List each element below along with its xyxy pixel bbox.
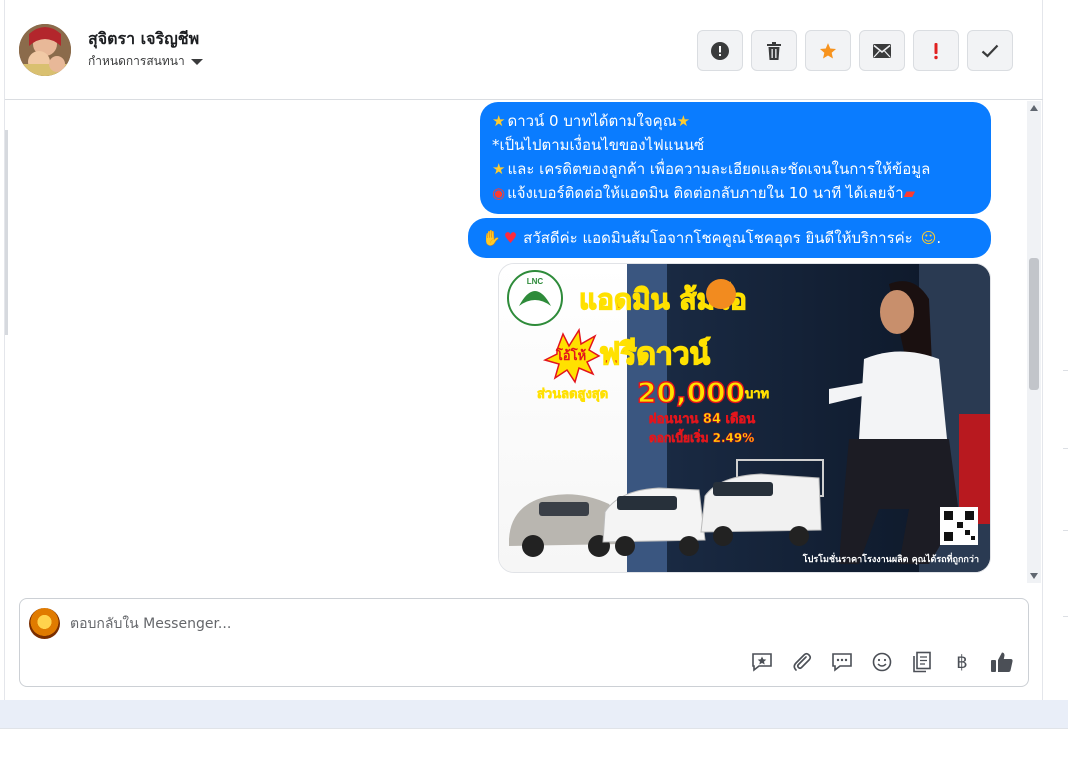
page-avatar (29, 608, 60, 639)
delete-button[interactable] (751, 30, 797, 71)
promo-discount-unit: บาท (745, 387, 769, 402)
promo-discount-label: ส่วนลดสูงสุด (537, 387, 608, 402)
star-emoji-icon: ★ (492, 112, 506, 130)
baht-icon: ฿ (956, 651, 968, 673)
promo-badge: โอ้โห้ (555, 347, 586, 364)
promo-discount-value: 20,000 (637, 376, 745, 409)
message-text: ดาวน์ 0 บาทได้ตามใจคุณ (507, 112, 677, 130)
envelope-icon (873, 43, 891, 58)
message-scrollbar[interactable] (1027, 101, 1041, 583)
message-text: แจ้งเบอร์ติดต่อให้แอดมิน ติดต่อกลับภายใน… (507, 184, 904, 202)
promo-logo-text: LNC (527, 277, 544, 286)
chat-bubble-icon (832, 653, 852, 672)
message-thread: ★ ดาวน์ 0 บาทได้ตามใจคุณ ★ *เป็นไปตามเงื่อ… (5, 101, 1027, 583)
conversation-panel: สุจิตรา เจริญชีพ กำหนดการสนทนา ★ ดาวน์ 0… (4, 0, 1043, 700)
conversation-header: สุจิตรา เจริญชีพ กำหนดการสนทนา (5, 0, 1043, 100)
important-button[interactable] (913, 30, 959, 71)
assign-conversation-label: กำหนดการสนทนา (88, 54, 185, 68)
assign-conversation-dropdown[interactable]: กำหนดการสนทนา (88, 52, 203, 71)
smiling-face-emoji-icon: ☺ (920, 229, 937, 247)
scroll-thumb[interactable] (1029, 258, 1039, 390)
heart-emoji-icon: ♥ (503, 229, 518, 247)
thumbs-up-icon (991, 652, 1013, 672)
star-emoji-icon: ★ (676, 112, 691, 130)
page: สุจิตรา เจริญชีพ กำหนดการสนทนา ★ ดาวน์ 0… (0, 0, 1068, 772)
caret-down-icon (190, 58, 203, 65)
message-bubble[interactable]: ★ ดาวน์ 0 บาทได้ตามใจคุณ ★ *เป็นไปตามเงื่อ… (480, 102, 991, 214)
alert-circle-icon (711, 41, 729, 60)
promo-rate: ดอกเบี้ยเริ่ม 2.49% (649, 428, 754, 445)
promo-headline: ฟรีดาวน์ (599, 337, 711, 372)
note-icon (913, 651, 931, 673)
promo-image-attachment[interactable]: LNC แอดมิน ส้มโอ โอ้โห้ ฟรีดาวน์ ส่วนลดส… (498, 263, 991, 573)
payment-button[interactable]: ฿ (948, 648, 976, 676)
smiley-icon (872, 652, 892, 672)
attach-button[interactable] (788, 648, 816, 676)
star-button[interactable] (805, 30, 851, 71)
message-bubble[interactable]: ✋ ♥ สวัสดีค่ะ แอดมินส้มโอจากโชคคูณโชคอุด… (468, 218, 991, 258)
pray-emoji-icon: ✋ (482, 229, 501, 247)
contact-avatar[interactable] (19, 24, 71, 76)
scroll-down-arrow-icon[interactable] (1030, 573, 1038, 579)
promo-image: LNC แอดมิน ส้มโอ โอ้โห้ ฟรีดาวน์ ส่วนลดส… (499, 264, 990, 572)
promo-term: ผ่อนนาน 84 เดือน (649, 411, 755, 427)
star-icon (819, 42, 837, 58)
quick-reply-button[interactable] (828, 648, 856, 676)
check-icon (981, 44, 999, 58)
car-emoji-icon: ▰ (903, 184, 916, 202)
reply-input[interactable] (70, 613, 970, 635)
paperclip-icon (793, 652, 812, 671)
contact-name: สุจิตรา เจริญชีพ (88, 29, 200, 48)
header-actions (697, 30, 1013, 71)
siren-emoji-icon: ◉ (492, 184, 506, 202)
scroll-up-arrow-icon[interactable] (1030, 105, 1038, 111)
note-button[interactable] (908, 648, 936, 676)
message-text: และ เครดิตของลูกค้า เพื่อความละเอียดและช… (507, 160, 931, 178)
star-emoji-icon: ★ (492, 160, 506, 178)
saved-reply-icon (752, 653, 772, 672)
report-button[interactable] (697, 30, 743, 71)
emoji-button[interactable] (868, 648, 896, 676)
reply-composer: ฿ (19, 598, 1029, 687)
exclamation-icon (934, 42, 938, 59)
message-text: . (936, 229, 942, 247)
right-side-strip (1042, 0, 1068, 700)
done-button[interactable] (967, 30, 1013, 71)
mark-unread-button[interactable] (859, 30, 905, 71)
message-text: *เป็นไปตามเงื่อนไขของไฟแนนซ์ (492, 136, 705, 154)
page-background-band (0, 700, 1068, 728)
trash-icon (767, 41, 781, 60)
saved-reply-button[interactable] (748, 648, 776, 676)
composer-toolbar: ฿ (748, 648, 1016, 676)
like-button[interactable] (988, 648, 1016, 676)
divider (0, 728, 1068, 729)
message-text: สวัสดีค่ะ แอดมินส้มโอจากโชคคูณโชคอุดร ยิ… (523, 229, 913, 247)
